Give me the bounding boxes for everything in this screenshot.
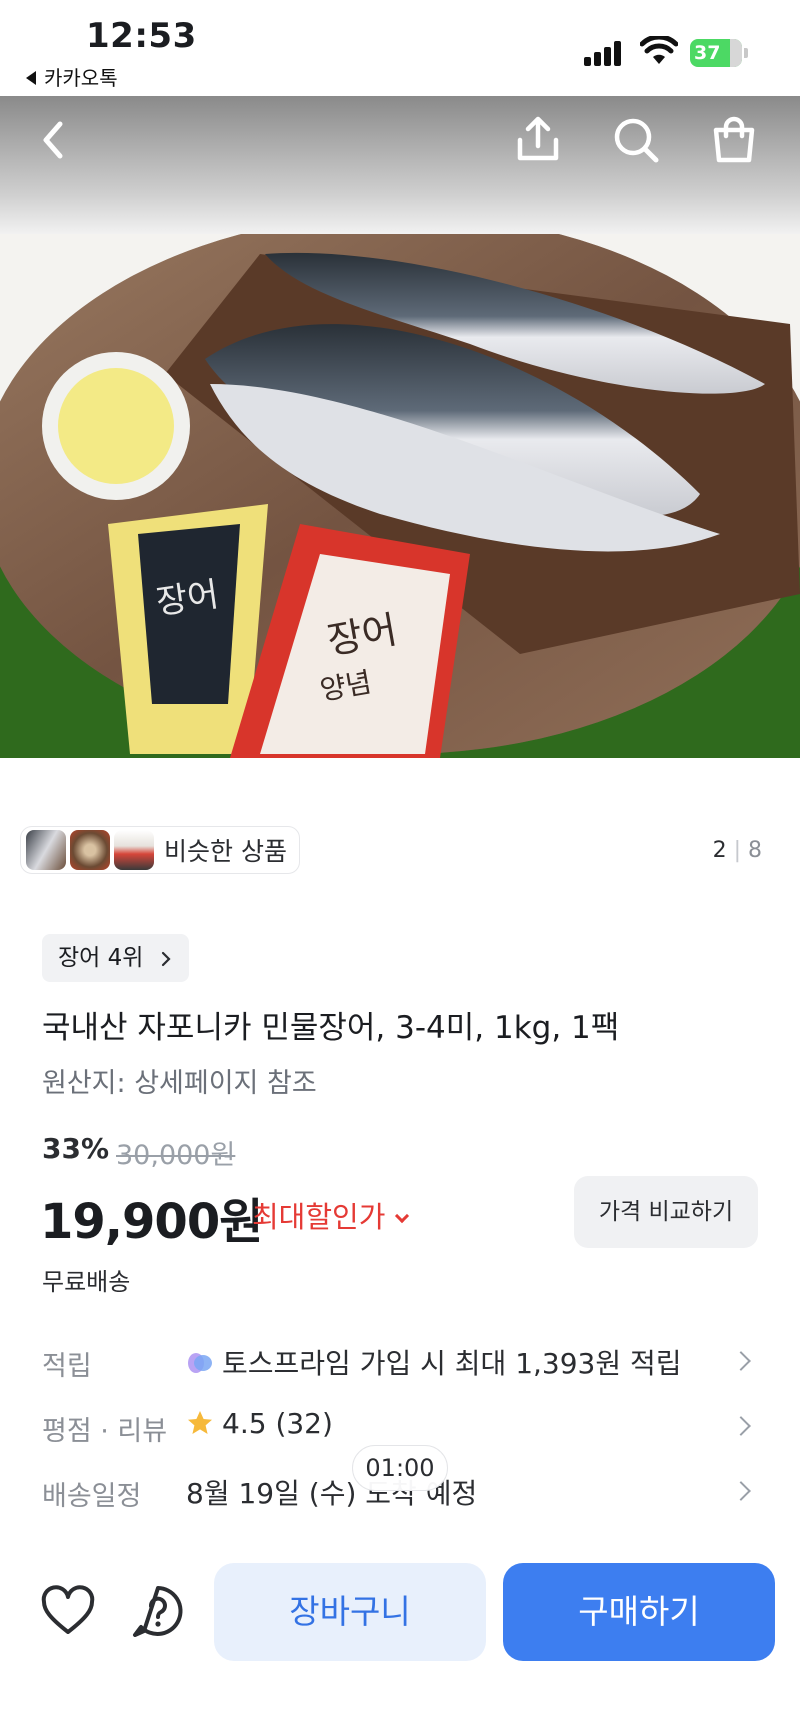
battery-level: 37	[694, 42, 721, 64]
reward-row[interactable]: 적립 토스프라임 가입 시 최대 1,393원 적립	[0, 1334, 800, 1384]
status-time: 12:53	[86, 16, 197, 56]
similar-thumb-2	[70, 830, 110, 870]
similar-thumb-3	[114, 830, 154, 870]
image-page-indicator: 2 | 8	[713, 838, 762, 863]
product-image[interactable]: 장어 장어 양념	[0, 234, 800, 758]
status-bar: 12:53 카카오톡 37	[0, 0, 800, 96]
page-separator: |	[733, 838, 741, 863]
original-price: 30,000원	[116, 1140, 236, 1171]
search-icon[interactable]	[608, 112, 664, 168]
add-to-cart-button[interactable]: 장바구니	[214, 1563, 486, 1661]
product-title: 국내산 자포니카 민물장어, 3-4미, 1kg, 1팩	[42, 1010, 620, 1046]
battery-icon: 37	[690, 39, 748, 67]
shipping-info: 무료배송	[42, 1268, 131, 1296]
price-compare-button[interactable]: 가격 비교하기	[574, 1176, 758, 1248]
buy-now-button[interactable]: 구매하기	[503, 1563, 775, 1661]
rating-review-row[interactable]: 평점 · 리뷰 4.5 (32)	[0, 1399, 800, 1449]
shopping-bag-icon[interactable]	[706, 112, 762, 168]
star-icon	[188, 1411, 212, 1434]
share-icon[interactable]	[510, 112, 566, 168]
toss-prime-icon	[188, 1353, 212, 1373]
chevron-right-icon	[731, 1481, 751, 1501]
similar-products-label: 비슷한 상품	[164, 837, 287, 866]
current-page: 2	[712, 838, 727, 863]
chevron-right-icon	[731, 1351, 751, 1371]
heart-icon[interactable]	[40, 1584, 96, 1640]
chevron-right-icon	[161, 951, 171, 966]
similar-thumb-1	[26, 830, 66, 870]
max-discount-label: 최대할인가	[252, 1200, 386, 1234]
product-photo: 장어 장어 양념	[0, 234, 800, 758]
wifi-icon	[640, 36, 678, 64]
question-icon[interactable]	[130, 1584, 186, 1640]
back-app-label: 카카오톡	[44, 66, 118, 90]
delivery-key: 배송일정	[42, 1481, 142, 1512]
sale-price: 19,900원	[40, 1194, 263, 1250]
discount-rate: 33%	[42, 1132, 110, 1165]
rank-badge[interactable]: 장어 4위	[42, 934, 189, 982]
max-discount-toggle[interactable]: 최대할인가	[252, 1194, 410, 1236]
rank-label: 장어 4위	[58, 945, 144, 971]
reward-key: 적립	[42, 1351, 92, 1382]
review-count: (32)	[275, 1407, 333, 1440]
back-triangle-icon	[26, 70, 36, 85]
back-arrow-icon[interactable]	[26, 112, 82, 168]
reward-value: 토스프라임 가입 시 최대 1,393원 적립	[222, 1347, 682, 1380]
header-bar	[0, 96, 800, 236]
similar-products-button[interactable]: 비슷한 상품	[20, 826, 300, 874]
back-to-app-link[interactable]: 카카오톡	[26, 62, 118, 91]
chevron-down-icon	[395, 1208, 410, 1224]
timer-badge: 01:00	[352, 1445, 448, 1491]
rating-key: 평점 · 리뷰	[42, 1416, 168, 1447]
total-pages: 8	[748, 838, 762, 863]
chevron-right-icon	[731, 1416, 751, 1436]
cellular-signal-icon	[584, 40, 626, 66]
rating-value: 4.5	[222, 1407, 267, 1440]
product-origin: 원산지: 상세페이지 참조	[42, 1068, 317, 1099]
